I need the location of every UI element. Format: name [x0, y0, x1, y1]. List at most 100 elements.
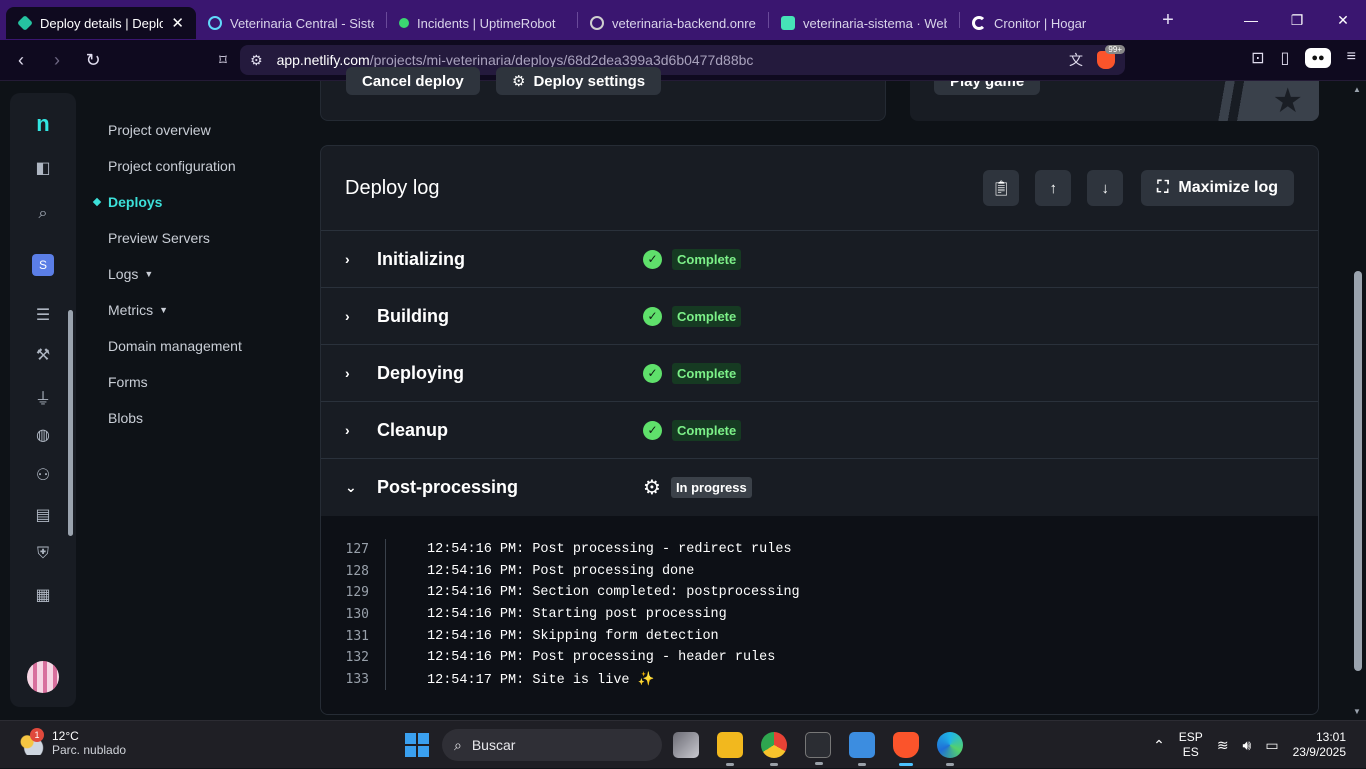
bookmark-button[interactable]: ⌑ — [208, 45, 238, 75]
deploy-summary-card: Cancel deploy ⚙ Deploy settings — [320, 67, 886, 121]
gear-icon: ⚙ — [643, 477, 661, 499]
tab-cronitor[interactable]: Cronitor | Hogar — [960, 7, 1150, 39]
sidebar-toggle-button[interactable]: ◧ — [10, 158, 76, 178]
reload-icon: ↻ — [85, 49, 101, 70]
subnav-label: Blobs — [108, 410, 144, 426]
notepad-icon[interactable] — [849, 732, 875, 766]
scroll-down-icon[interactable]: ▼ — [1353, 707, 1361, 716]
subnav-project-configuration[interactable]: Project configuration — [108, 148, 242, 184]
rail-scrollbar[interactable] — [67, 298, 74, 608]
maximize-log-button[interactable]: ⛶ Maximize log — [1141, 170, 1294, 206]
status-badge: Complete — [672, 305, 742, 327]
subnav-label: Project overview — [108, 122, 211, 138]
play-game-button[interactable]: Play game — [934, 81, 1041, 95]
sidebar-toggle-icon[interactable]: ▯ — [1281, 48, 1290, 68]
scroll-up-icon[interactable]: ▲ — [1353, 85, 1361, 94]
close-window-icon[interactable]: ✕ — [1320, 0, 1366, 40]
reload-button[interactable]: ↻ — [78, 45, 108, 75]
subnav-preview-servers[interactable]: Preview Servers — [108, 220, 242, 256]
user-avatar-button[interactable] — [10, 661, 76, 693]
log-step-cleanup[interactable]: › Cleanup ✓ Complete — [321, 402, 1318, 459]
settings-icon: ⚙ — [512, 73, 526, 90]
log-line: 130 12:54:16 PM: Starting post processing — [321, 603, 1318, 626]
chevron-up-icon[interactable]: ⌃ — [1153, 737, 1165, 754]
menu-icon[interactable]: ≡ — [1347, 48, 1356, 68]
brave-icon[interactable] — [893, 732, 919, 766]
page-scroll-thumb[interactable] — [1354, 271, 1362, 671]
tab-veterinaria-backend[interactable]: veterinaria-backend.onrend — [578, 7, 768, 39]
clock[interactable]: 13:01 23/9/2025 — [1293, 730, 1346, 760]
users-icon: ⚇ — [35, 467, 51, 484]
copy-log-button[interactable]: 📋︎ — [983, 170, 1020, 206]
shields-count-badge: 99+ — [1105, 45, 1125, 54]
keyboard-code: ES — [1182, 745, 1199, 759]
subnav-domain-management[interactable]: Domain management — [108, 328, 242, 364]
subnav-deploys[interactable]: Deploys — [108, 184, 242, 220]
taskbar-search[interactable]: ⌕ Buscar — [442, 729, 662, 761]
language-indicator[interactable]: ESP ES — [1179, 730, 1203, 760]
minimize-icon[interactable]: — — [1228, 0, 1274, 40]
subnav-forms[interactable]: Forms — [108, 364, 242, 400]
browser-right-icons: ⊡ ▯ ●● ≡ — [1251, 48, 1356, 68]
deploy-log-title: Deploy log — [345, 176, 440, 199]
button-label: Cancel deploy — [362, 72, 464, 90]
edge-icon[interactable] — [937, 732, 963, 766]
close-tab-icon[interactable]: ✕ — [171, 14, 184, 32]
forward-button[interactable]: › — [42, 45, 72, 75]
start-button[interactable] — [405, 733, 429, 757]
tab-veterinaria-central[interactable]: Veterinaria Central - Sistem — [196, 7, 386, 39]
scroll-to-top-button[interactable]: ↑ — [1035, 170, 1072, 206]
windows-logo-tile — [405, 746, 416, 757]
tab-veterinaria-sistema[interactable]: veterinaria-sistema · Web — [769, 7, 959, 39]
netlify-logo[interactable]: n — [10, 111, 76, 137]
chrome-icon[interactable] — [761, 732, 787, 766]
search-button[interactable]: ⌕ — [10, 205, 76, 223]
status-badge: Complete — [672, 419, 742, 441]
terminal-icon[interactable] — [805, 732, 831, 765]
chevron-right-icon: › — [345, 308, 350, 324]
brave-shields-icon[interactable]: 99+ — [1097, 45, 1125, 69]
subnav-metrics[interactable]: Metrics ▼ — [108, 292, 242, 328]
hammer-icon: ⚒ — [35, 347, 51, 364]
back-button[interactable]: ‹ — [6, 45, 36, 75]
step-status: ✓ Complete — [643, 305, 742, 327]
wifi-icon[interactable]: ≋ — [1217, 737, 1229, 754]
screenshot-icon[interactable]: ⊡ — [1251, 48, 1264, 68]
line-text: 12:54:16 PM: Post processing - redirect … — [427, 542, 792, 558]
site-settings-icon[interactable]: ⚙ — [250, 52, 263, 69]
deploy-settings-button[interactable]: ⚙ Deploy settings — [496, 67, 662, 95]
subnav-blobs[interactable]: Blobs — [108, 400, 242, 436]
volume-icon[interactable]: 🔊︎ — [1243, 737, 1252, 754]
cancel-deploy-button[interactable]: Cancel deploy — [346, 67, 480, 95]
bookmark-icon: ⌑ — [219, 52, 227, 69]
page-scrollbar[interactable]: ▲ ▼ — [1349, 81, 1366, 720]
task-view-icon[interactable] — [673, 732, 699, 758]
subnav-logs[interactable]: Logs ▼ — [108, 256, 242, 292]
translate-icon[interactable]: 文 — [1069, 50, 1083, 70]
subnav-label: Forms — [108, 374, 148, 390]
line-text: 12:54:16 PM: Post processing done — [427, 563, 695, 579]
subnav-project-overview[interactable]: Project overview — [108, 112, 242, 148]
gutter-divider — [385, 646, 386, 669]
restore-icon[interactable]: ❐ — [1274, 0, 1320, 40]
step-status: ⚙ In progress — [643, 475, 752, 500]
line-text: 12:54:16 PM: Skipping form detection — [427, 628, 719, 644]
weather-widget[interactable]: 1 12°C Parc. nublado — [18, 728, 126, 757]
tab-deploy-details[interactable]: Deploy details | Deploy ✕ — [6, 7, 196, 39]
battery-icon[interactable]: ▭ — [1265, 737, 1278, 754]
scroll-to-bottom-button[interactable]: ↓ — [1087, 170, 1124, 206]
log-step-post-processing[interactable]: ⌄ Post-processing ⚙ In progress — [321, 459, 1318, 516]
file-explorer-icon[interactable] — [717, 732, 743, 766]
arrow-right-icon: › — [54, 49, 60, 70]
url-host: app.netlify.com — [276, 52, 370, 68]
status-badge: In progress — [670, 477, 752, 498]
vpn-glasses-icon[interactable]: ●● — [1305, 48, 1331, 68]
rail-scroll-thumb[interactable] — [68, 310, 73, 536]
line-text: 12:54:16 PM: Post processing - header ru… — [427, 650, 776, 666]
new-tab-button[interactable]: + — [1150, 9, 1186, 32]
tab-uptimerobot[interactable]: Incidents | UptimeRobot — [387, 7, 577, 39]
log-step-initializing[interactable]: › Initializing ✓ Complete — [321, 231, 1318, 288]
team-switcher[interactable]: S — [10, 254, 76, 276]
log-step-deploying[interactable]: › Deploying ✓ Complete — [321, 345, 1318, 402]
log-step-building[interactable]: › Building ✓ Complete — [321, 288, 1318, 345]
